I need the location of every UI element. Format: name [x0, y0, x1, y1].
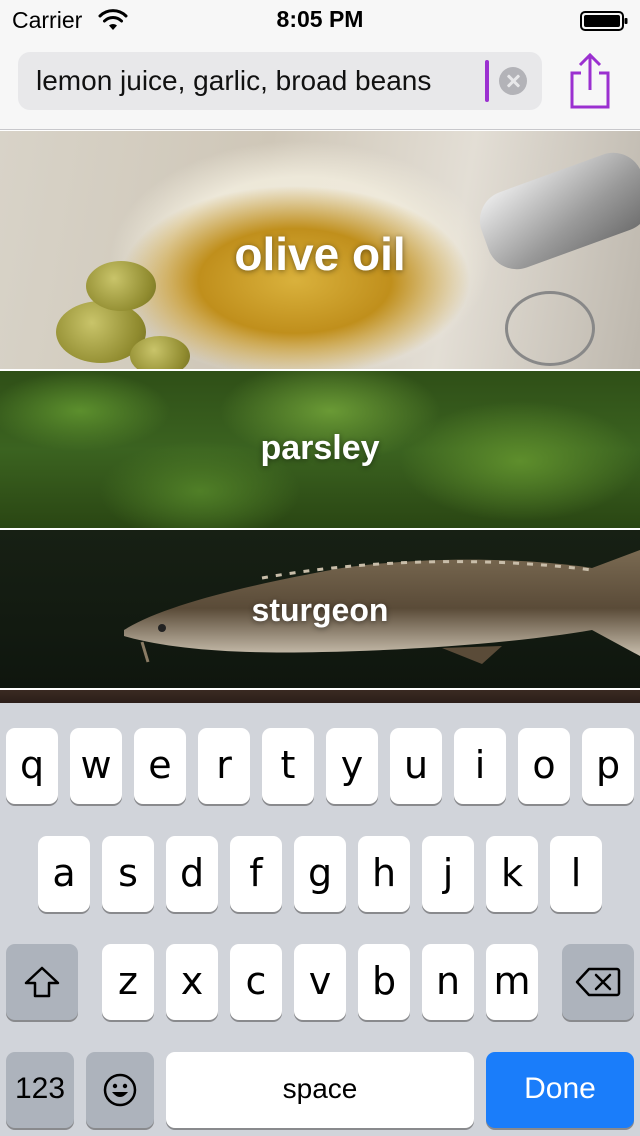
key-i[interactable]: i: [454, 728, 506, 804]
ingredient-label: olive oil: [234, 228, 406, 280]
key-l[interactable]: l: [550, 836, 602, 912]
delete-key[interactable]: [562, 944, 634, 1020]
emoji-icon: [103, 1073, 137, 1107]
ingredient-tile-parsley[interactable]: parsley: [0, 371, 640, 528]
search-input[interactable]: lemon juice, garlic, broad beans: [36, 65, 431, 97]
key-a[interactable]: a: [38, 836, 90, 912]
key-u[interactable]: u: [390, 728, 442, 804]
key-n[interactable]: n: [422, 944, 474, 1020]
battery-icon: [580, 11, 628, 31]
ingredient-label: parsley: [260, 429, 380, 467]
key-o[interactable]: o: [518, 728, 570, 804]
key-m[interactable]: m: [486, 944, 538, 1020]
text-cursor: [485, 60, 489, 102]
key-b[interactable]: b: [358, 944, 410, 1020]
ingredient-list: olive oil parsley sturgeon: [0, 131, 640, 703]
olive-image: [130, 336, 190, 369]
search-header: lemon juice, garlic, broad beans: [0, 40, 640, 130]
key-k[interactable]: k: [486, 836, 538, 912]
key-x[interactable]: x: [166, 944, 218, 1020]
clear-icon[interactable]: [499, 67, 527, 95]
key-d[interactable]: d: [166, 836, 218, 912]
key-y[interactable]: y: [326, 728, 378, 804]
key-f[interactable]: f: [230, 836, 282, 912]
key-w[interactable]: w: [70, 728, 122, 804]
key-h[interactable]: h: [358, 836, 410, 912]
status-time: 8:05 PM: [276, 6, 364, 32]
key-g[interactable]: g: [294, 836, 346, 912]
shift-key[interactable]: [6, 944, 78, 1020]
key-c[interactable]: c: [230, 944, 282, 1020]
ingredient-tile-partial[interactable]: [0, 690, 640, 703]
emoji-key[interactable]: [86, 1052, 154, 1128]
space-key[interactable]: space: [166, 1052, 474, 1128]
key-q[interactable]: q: [6, 728, 58, 804]
key-t[interactable]: t: [262, 728, 314, 804]
done-button[interactable]: Done: [486, 1052, 634, 1128]
key-z[interactable]: z: [102, 944, 154, 1020]
key-r[interactable]: r: [198, 728, 250, 804]
ingredient-tile-olive-oil[interactable]: olive oil: [0, 131, 640, 369]
search-field[interactable]: lemon juice, garlic, broad beans: [18, 52, 542, 110]
whisk-image: [505, 291, 595, 366]
ingredient-label: sturgeon: [251, 592, 389, 628]
key-j[interactable]: j: [422, 836, 474, 912]
status-bar: Carrier 8:05 PM: [0, 0, 640, 40]
key-p[interactable]: p: [582, 728, 634, 804]
keyboard: q w e r t y u i o p a s d f g h j k l z …: [0, 703, 640, 1136]
share-icon[interactable]: [566, 52, 614, 110]
shift-icon: [24, 966, 60, 998]
delete-icon: [575, 967, 621, 997]
ingredient-tile-sturgeon[interactable]: sturgeon: [0, 530, 640, 688]
key-v[interactable]: v: [294, 944, 346, 1020]
key-e[interactable]: e: [134, 728, 186, 804]
numbers-key[interactable]: 123: [6, 1052, 74, 1128]
key-s[interactable]: s: [102, 836, 154, 912]
